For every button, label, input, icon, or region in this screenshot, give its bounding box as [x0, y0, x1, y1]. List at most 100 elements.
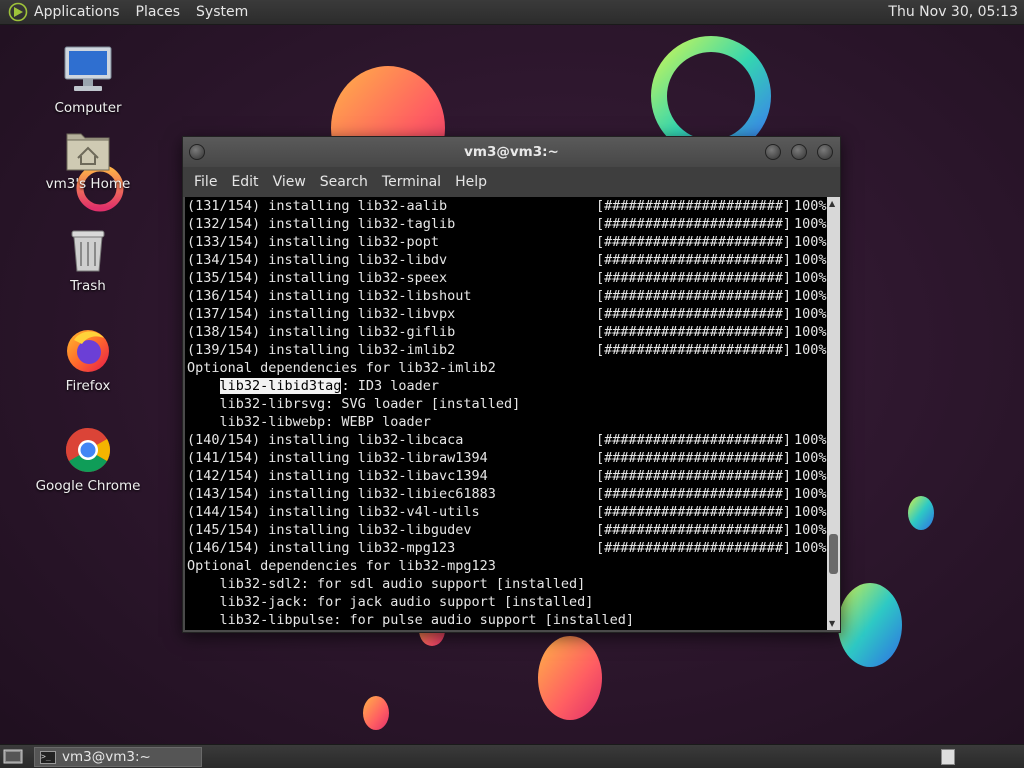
progress-percent: 100% — [794, 468, 827, 484]
progress-bar-text: [######################] — [596, 306, 792, 322]
progress-percent: 100% — [794, 270, 827, 286]
window-menu-button[interactable] — [189, 144, 205, 160]
terminal-line: (141/154) installing lib32-libraw1394 [##… — [187, 449, 827, 467]
progress-bar-text: [######################] — [596, 432, 792, 448]
terminal-line: (133/154) installing lib32-popt [########… — [187, 233, 827, 251]
output-text: Optional dependencies for lib32-mpg123 — [187, 558, 496, 574]
progress-bar-text: [######################] — [596, 486, 792, 502]
menu-applications[interactable]: Applications — [34, 4, 120, 20]
progress-bar-text: [######################] — [596, 468, 792, 484]
desktop-icon-computer[interactable]: Computer — [23, 44, 153, 116]
selected-text[interactable]: lib32-libid3tag — [219, 378, 342, 394]
show-desktop-icon[interactable] — [3, 748, 23, 766]
progress-percent: 100% — [794, 432, 827, 448]
terminal-output[interactable]: (131/154) installing lib32-aalib [#######… — [185, 197, 827, 630]
terminal-line: (142/154) installing lib32-libavc1394 [##… — [187, 467, 827, 485]
scroll-down-icon[interactable]: ▼ — [829, 619, 835, 628]
menu-edit[interactable]: Edit — [231, 174, 258, 190]
terminal-line: lib32-sdl2: for sdl audio support [insta… — [187, 575, 827, 593]
install-step-text: (140/154) installing lib32-libcaca — [187, 432, 464, 448]
progress-percent: 100% — [794, 216, 827, 232]
menu-file[interactable]: File — [194, 174, 217, 190]
terminal-line: (138/154) installing lib32-giflib [######… — [187, 323, 827, 341]
progress-bar-text: [######################] — [596, 288, 792, 304]
install-step-text: (134/154) installing lib32-libdv — [187, 252, 448, 268]
terminal-line: (145/154) installing lib32-libgudev [####… — [187, 521, 827, 539]
install-step-text: (141/154) installing lib32-libraw1394 — [187, 450, 488, 466]
window-titlebar[interactable]: vm3@vm3:~ — [183, 137, 840, 167]
progress-percent: 100% — [794, 324, 827, 340]
clock[interactable]: Thu Nov 30, 05:13 — [888, 4, 1018, 20]
install-step-text: (136/154) installing lib32-libshout — [187, 288, 472, 304]
scrollbar-thumb[interactable] — [829, 534, 838, 574]
install-step-text: (142/154) installing lib32-libavc1394 — [187, 468, 488, 484]
install-step-text: (137/154) installing lib32-libvpx — [187, 306, 456, 322]
progress-percent: 100% — [794, 486, 827, 502]
progress-bar-text: [######################] — [596, 504, 792, 520]
install-step-text: (133/154) installing lib32-popt — [187, 234, 439, 250]
install-step-text: (139/154) installing lib32-imlib2 — [187, 342, 456, 358]
install-step-text: (135/154) installing lib32-speex — [187, 270, 448, 286]
computer-icon — [64, 46, 112, 91]
close-button[interactable] — [817, 144, 833, 160]
output-text: lib32-librsvg: SVG loader [installed] — [187, 396, 521, 412]
terminal-line: Optional dependencies for lib32-mpg123 — [187, 557, 827, 575]
desktop-icon-label: Computer — [54, 100, 122, 116]
terminal-line: Optional dependencies for lib32-imlib2 — [187, 359, 827, 377]
output-text: lib32-libwebp: WEBP loader — [187, 414, 431, 430]
desktop-icon-trash[interactable]: Trash — [23, 228, 153, 294]
progress-bar-text: [######################] — [596, 234, 792, 250]
progress-percent: 100% — [794, 234, 827, 250]
progress-percent: 100% — [794, 252, 827, 268]
top-panel: Applications Places System Thu Nov 30, 0… — [0, 0, 1024, 25]
progress-percent: 100% — [794, 522, 827, 538]
maximize-button[interactable] — [791, 144, 807, 160]
terminal-line: lib32-librsvg: SVG loader [installed] — [187, 395, 827, 413]
progress-bar-text: [######################] — [596, 252, 792, 268]
progress-bar-text: [######################] — [596, 270, 792, 286]
menu-terminal[interactable]: Terminal — [382, 174, 441, 190]
terminal-line: (137/154) installing lib32-libvpx [######… — [187, 305, 827, 323]
progress-bar-text: [######################] — [596, 342, 792, 358]
progress-bar-text: [######################] — [596, 216, 792, 232]
progress-percent: 100% — [794, 450, 827, 466]
minimize-button[interactable] — [765, 144, 781, 160]
terminal-window[interactable]: vm3@vm3:~ File Edit View Search Terminal… — [182, 136, 841, 633]
progress-percent: 100% — [794, 504, 827, 520]
terminal-scrollbar[interactable]: ▲ ▼ — [827, 197, 840, 630]
workspace-switcher[interactable] — [941, 749, 955, 765]
terminal-line: (144/154) installing lib32-v4l-utils [###… — [187, 503, 827, 521]
menu-places[interactable]: Places — [136, 4, 181, 20]
scroll-up-icon[interactable]: ▲ — [829, 199, 835, 208]
terminal-line: (146/154) installing lib32-mpg123 [######… — [187, 539, 827, 557]
output-text: Optional dependencies for lib32-imlib2 — [187, 360, 496, 376]
menu-help[interactable]: Help — [455, 174, 487, 190]
trash-icon — [71, 230, 105, 272]
bottom-panel: >_ vm3@vm3:~ — [0, 744, 1024, 768]
desktop-icon-firefox[interactable]: Firefox — [23, 326, 153, 394]
home-folder-icon — [66, 133, 110, 171]
terminal-line: (135/154) installing lib32-speex [#######… — [187, 269, 827, 287]
terminal-line: (140/154) installing lib32-libcaca [#####… — [187, 431, 827, 449]
terminal-line: (131/154) installing lib32-aalib [#######… — [187, 197, 827, 215]
distro-logo-icon[interactable] — [8, 2, 28, 22]
taskbar-button-terminal[interactable]: >_ vm3@vm3:~ — [34, 747, 202, 767]
dependency-text: : ID3 loader — [341, 378, 439, 394]
install-step-text: (131/154) installing lib32-aalib — [187, 198, 448, 214]
menu-system[interactable]: System — [196, 4, 248, 20]
menu-view[interactable]: View — [273, 174, 306, 190]
desktop-icon-chrome[interactable]: Google Chrome — [23, 426, 153, 494]
progress-bar-text: [######################] — [596, 522, 792, 538]
desktop-icon-home[interactable]: vm3's Home — [23, 128, 153, 192]
progress-bar-text: [######################] — [596, 450, 792, 466]
progress-percent: 100% — [794, 288, 827, 304]
output-text: lib32-jack: for jack audio support [inst… — [187, 594, 594, 610]
terminal-line: (136/154) installing lib32-libshout [####… — [187, 287, 827, 305]
menu-search[interactable]: Search — [320, 174, 368, 190]
install-step-text: (146/154) installing lib32-mpg123 — [187, 540, 456, 556]
install-step-text: (144/154) installing lib32-v4l-utils — [187, 504, 480, 520]
progress-percent: 100% — [794, 306, 827, 322]
progress-percent: 100% — [794, 342, 827, 358]
desktop-icon-label: Google Chrome — [35, 478, 141, 494]
output-text: lib32-sdl2: for sdl audio support [insta… — [187, 576, 586, 592]
